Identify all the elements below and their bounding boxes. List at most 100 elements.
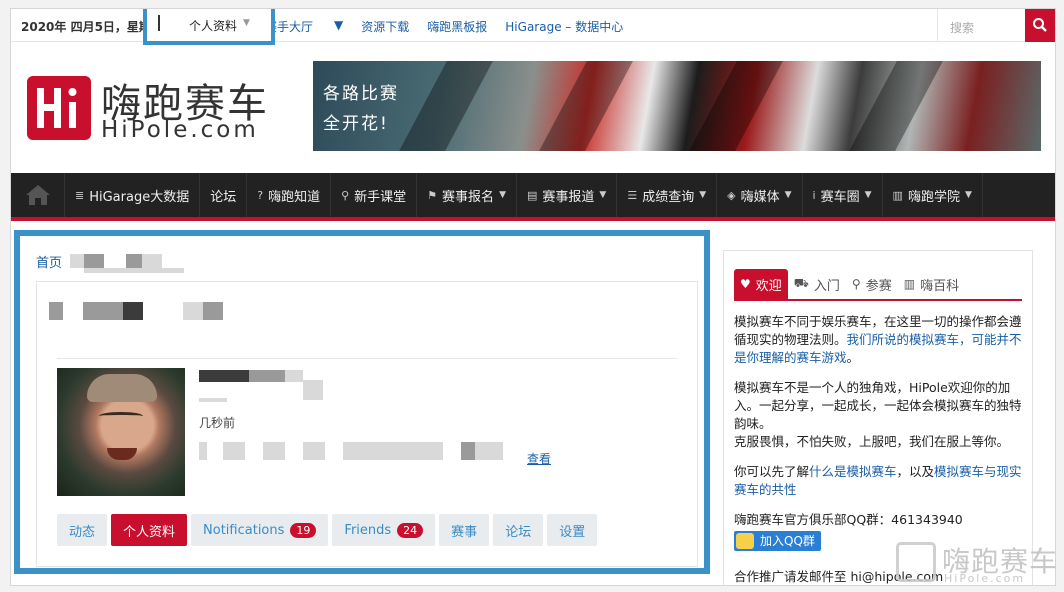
redacted-text: [70, 254, 84, 268]
redacted-title: [203, 302, 223, 320]
sidebar-tab-icon: ▥: [903, 277, 916, 291]
nav-icon: ▥: [892, 188, 903, 202]
profile-tab-3[interactable]: Friends 24: [332, 514, 436, 546]
divider: [734, 299, 1022, 301]
search-button[interactable]: [1025, 9, 1055, 42]
sidebar-tab-icon: ♥: [740, 277, 751, 291]
sidebar-tabs: ♥ 欢迎 ⛟ 入门 ⚲ 参赛 ▥ 嗨百科: [734, 269, 965, 299]
profile-tab-2[interactable]: Notifications 19: [191, 514, 329, 546]
sidebar-tab-1[interactable]: ⛟ 入门: [788, 269, 846, 299]
profile-tab-0[interactable]: 动态: [57, 514, 108, 546]
sidebar-tab-2[interactable]: ⚲ 参赛: [846, 269, 898, 299]
profile-tabs: 动态 个人资料 Notifications 19 Friends 24 赛事 论坛 设置: [57, 514, 598, 546]
nav-item-4[interactable]: ⚑ 赛事报名 ▼: [417, 173, 517, 217]
top-link-3[interactable]: HiGarage – 数据中心: [505, 18, 623, 35]
redacted-username: [199, 370, 209, 382]
chevron-down-icon: ▼: [599, 190, 607, 200]
nav-icon: ⚲: [341, 188, 350, 202]
divider: [158, 15, 160, 31]
nav-item-label: 赛事报道: [542, 189, 595, 205]
nav-icon: ☰: [627, 188, 638, 202]
nav-item-label: 嗨媒体: [740, 189, 780, 205]
nav-home[interactable]: [11, 173, 65, 217]
nav-item-8[interactable]: i 赛车圈 ▼: [803, 173, 883, 217]
nav-item-label: 嗨跑知道: [268, 189, 321, 205]
nav-item-label: 赛事报名: [442, 189, 495, 205]
view-link[interactable]: 查看: [527, 450, 551, 467]
redacted-title: [49, 302, 63, 320]
banner-stripe: [399, 61, 493, 151]
breadcrumb-home[interactable]: 首页: [36, 252, 62, 271]
nav-item-0[interactable]: ≣ HiGarage大数据: [65, 173, 201, 217]
redacted-title: [123, 302, 143, 320]
join-qq-button[interactable]: 加入QQ群: [734, 531, 821, 551]
home-icon: [25, 185, 50, 205]
learn-paragraph: 你可以先了解什么是模拟赛车，以及模拟赛车与现实赛车的共性: [734, 464, 1022, 497]
nav-item-label: 嗨跑学院: [907, 189, 960, 205]
chevron-down-icon: ▼: [864, 190, 872, 200]
header-banner[interactable]: 各路比赛 全开花!: [313, 61, 1041, 151]
nav-item-label: 新手课堂: [354, 189, 407, 205]
redacted-info: [199, 442, 207, 460]
profile-tab-4[interactable]: 赛事: [439, 514, 490, 546]
sidebar-tab-0[interactable]: ♥ 欢迎: [734, 269, 788, 299]
search-box[interactable]: 搜索: [937, 9, 1055, 42]
redacted-username: [249, 370, 285, 382]
logo-text-en[interactable]: HiPole.com: [101, 117, 259, 143]
avatar[interactable]: [57, 368, 185, 496]
profile-tab-1[interactable]: 个人资料: [111, 514, 188, 546]
search-input[interactable]: 搜索: [950, 19, 974, 36]
nav-icon: ⚑: [427, 188, 438, 202]
nav-item-9[interactable]: ▥ 嗨跑学院 ▼: [883, 173, 983, 217]
profile-tab-label: 动态: [69, 524, 96, 540]
what-is-simracing-link[interactable]: 什么是模拟赛车: [809, 464, 897, 479]
top-link-1[interactable]: 资源下载: [361, 18, 409, 35]
chevron-down-icon: ▼: [699, 190, 707, 200]
redacted-info: [475, 442, 503, 460]
date-text: 2020年 四月5日，星期日: [21, 20, 163, 34]
nav-item-label: HiGarage大数据: [89, 189, 190, 205]
nav-icon: ▤: [526, 188, 538, 202]
redacted-info: [303, 442, 325, 460]
banner-line-1: 各路比赛: [323, 84, 399, 104]
redacted-text: [84, 268, 184, 273]
profile-tab-6[interactable]: 设置: [547, 514, 598, 546]
watermark: 嗨跑赛车 HiPole.com: [896, 540, 1058, 586]
profile-tab-5[interactable]: 论坛: [493, 514, 544, 546]
nav-item-1[interactable]: 论坛: [200, 173, 248, 217]
search-icon: [1033, 18, 1047, 32]
top-link-2[interactable]: 嗨跑黑板报: [427, 18, 487, 35]
redacted-text: [126, 254, 142, 268]
nav-item-label: 赛车圈: [820, 189, 860, 205]
sidebar-tab-3[interactable]: ▥ 嗨百科: [898, 269, 965, 299]
profile-content: 首页 几秒前 查看 动态 个人资料 Notifications 19 Frien…: [14, 230, 710, 574]
divider: [57, 358, 677, 359]
redacted-info: [223, 442, 245, 460]
redacted-title: [183, 302, 203, 320]
redacted-info: [263, 442, 285, 460]
banner-stripe: [849, 61, 943, 151]
sidebar-tab-icon: ⚲: [851, 277, 861, 291]
sidebar-tab-label: 参赛: [865, 278, 892, 294]
nav-item-label: 成绩查询: [642, 189, 695, 205]
nav-icon: ?: [257, 188, 264, 202]
sidebar-tab-label: 嗨百科: [920, 278, 960, 294]
nav-item-5[interactable]: ▤ 赛事报道 ▼: [517, 173, 618, 217]
redacted-username: [303, 380, 323, 400]
nav-icon: i: [812, 188, 816, 202]
sidebar-tab-label: 欢迎: [755, 278, 782, 294]
avatar-hair: [87, 374, 157, 402]
nav-item-label: 论坛: [210, 189, 237, 205]
redacted-title: [83, 302, 123, 320]
logo-mark[interactable]: [27, 76, 91, 140]
nav-item-3[interactable]: ⚲ 新手课堂: [331, 173, 418, 217]
banner-stripe: [539, 61, 633, 151]
nav-item-7[interactable]: ◈ 嗨媒体 ▼: [717, 173, 803, 217]
sidebar-tab-label: 入门: [813, 278, 840, 294]
profile-menu-tab[interactable]: 个人资料 ▼: [143, 9, 275, 45]
nav-item-6[interactable]: ☰ 成绩查询 ▼: [617, 173, 718, 217]
qq-icon: [736, 533, 754, 549]
sidebar-tab-icon: ⛟: [793, 276, 809, 290]
nav-item-2[interactable]: ? 嗨跑知道: [247, 173, 332, 217]
last-active-time: 几秒前: [199, 416, 236, 430]
